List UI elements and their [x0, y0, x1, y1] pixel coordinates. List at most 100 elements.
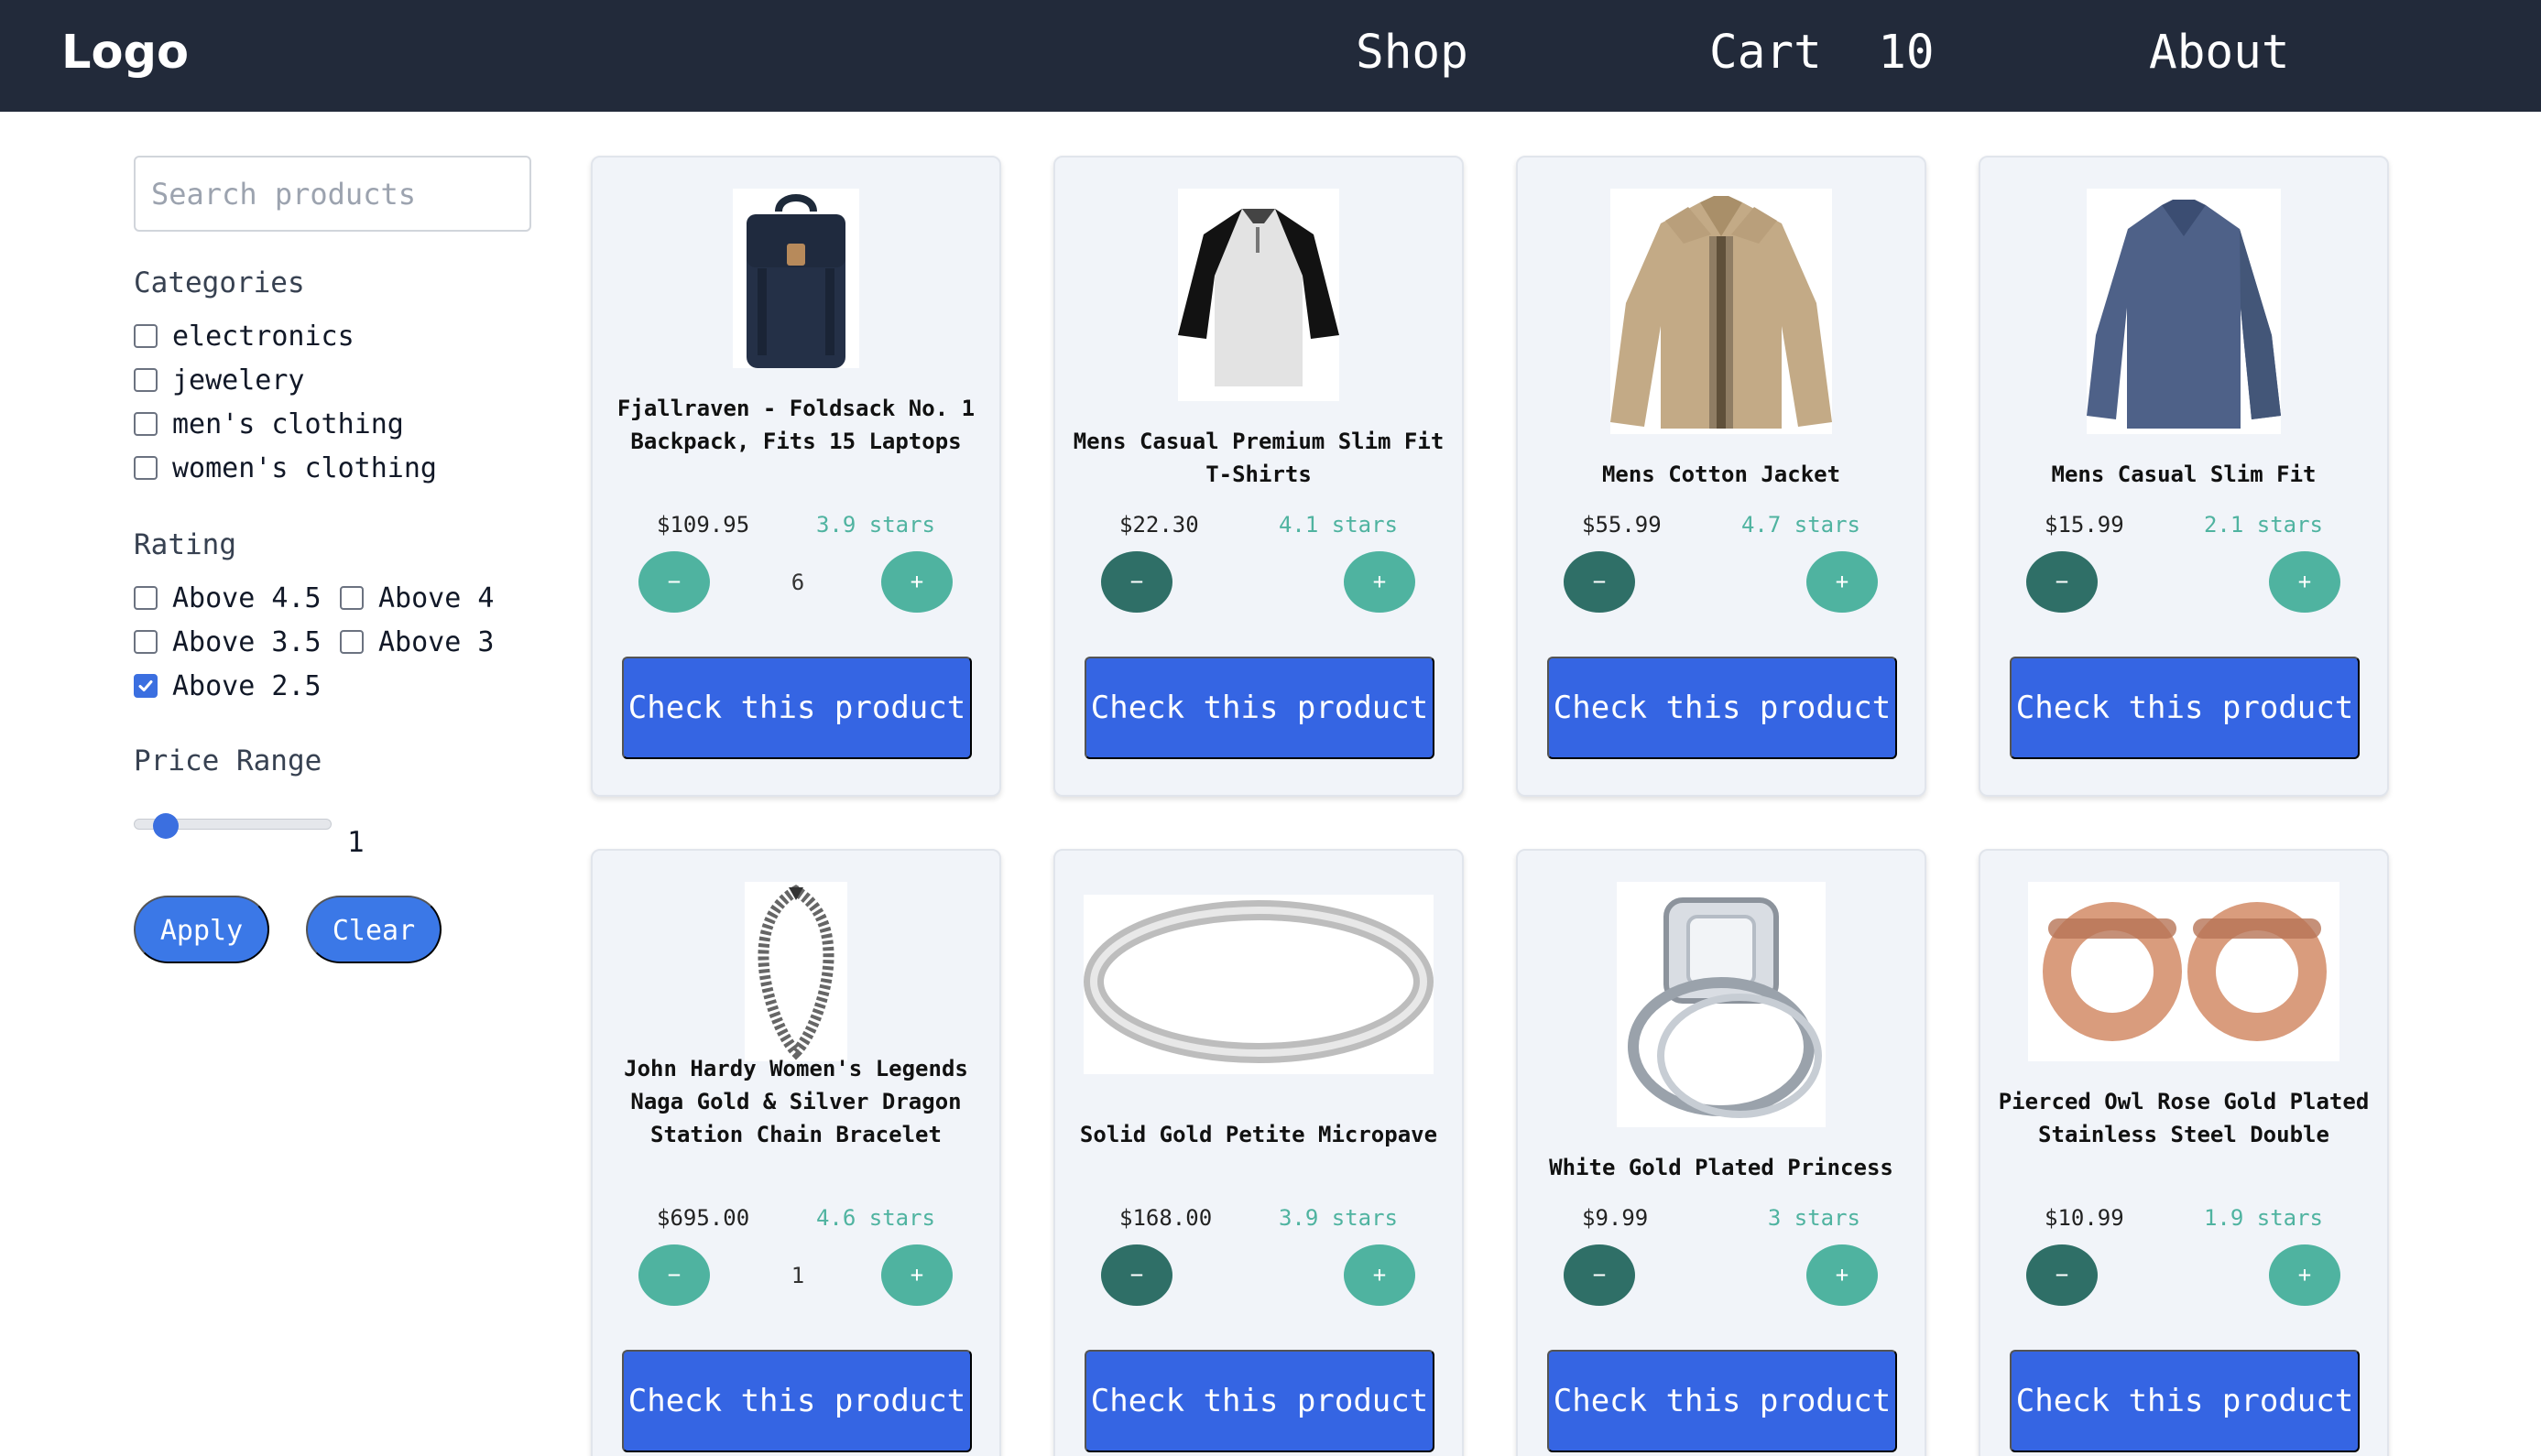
- checkbox-icon: [134, 630, 158, 654]
- top-navbar: Logo Shop Cart 10 About: [0, 0, 2541, 112]
- decrease-quantity-button[interactable]: −: [638, 551, 710, 613]
- categories-title: Categories: [134, 266, 305, 299]
- nav-shop-link[interactable]: Shop: [1356, 26, 1468, 81]
- product-rating: 3.9 stars: [1278, 1205, 1398, 1231]
- check-product-button[interactable]: Check this product: [2010, 1350, 2360, 1452]
- decrease-quantity-button[interactable]: −: [1101, 1244, 1172, 1306]
- increase-quantity-button[interactable]: +: [1344, 1244, 1415, 1306]
- rating-label: Above 4.5: [172, 581, 322, 614]
- decrease-quantity-button[interactable]: −: [1564, 551, 1635, 613]
- nav-cart-link[interactable]: Cart 10: [1709, 26, 1935, 81]
- product-card: John Hardy Women's Legends Naga Gold & S…: [591, 849, 1001, 1456]
- search-input[interactable]: [134, 156, 531, 232]
- nav-about-link[interactable]: About: [2149, 26, 2290, 81]
- long-sleeve-shirt-image[interactable]: [2087, 189, 2281, 434]
- checkbox-icon: [134, 456, 158, 480]
- check-product-button[interactable]: Check this product: [1547, 1350, 1897, 1452]
- increase-quantity-button[interactable]: +: [1344, 551, 1415, 613]
- product-title[interactable]: Mens Cotton Jacket: [1532, 458, 1910, 491]
- increase-quantity-button[interactable]: +: [1806, 1244, 1878, 1306]
- product-price: $168.00: [1119, 1205, 1213, 1231]
- product-title[interactable]: Mens Casual Premium Slim Fit T-Shirts: [1070, 425, 1447, 491]
- rating-above-3-5-checkbox[interactable]: Above 3.5: [134, 624, 322, 660]
- category-label: women's clothing: [172, 451, 437, 484]
- product-rating: 4.1 stars: [1278, 512, 1398, 538]
- increase-quantity-button[interactable]: +: [2269, 551, 2340, 613]
- checkbox-icon: [134, 324, 158, 348]
- product-card: Solid Gold Petite Micropave $168.00 3.9 …: [1053, 849, 1464, 1456]
- product-quantity: 1: [791, 1263, 805, 1288]
- product-card: White Gold Plated Princess $9.99 3 stars…: [1516, 849, 1926, 1456]
- checkbox-icon: [340, 630, 364, 654]
- product-price: $55.99: [1582, 512, 1662, 538]
- check-product-button[interactable]: Check this product: [622, 657, 972, 759]
- engagement-ring-image[interactable]: [1617, 882, 1826, 1127]
- product-price: $15.99: [2045, 512, 2124, 538]
- product-title[interactable]: Solid Gold Petite Micropave: [1070, 1118, 1447, 1151]
- check-product-button[interactable]: Check this product: [1085, 657, 1434, 759]
- category-womens-clothing-checkbox[interactable]: women's clothing: [134, 450, 437, 486]
- product-price: $9.99: [1582, 1205, 1649, 1231]
- increase-quantity-button[interactable]: +: [881, 551, 953, 613]
- decrease-quantity-button[interactable]: −: [2026, 551, 2098, 613]
- product-card: Pierced Owl Rose Gold Plated Stainless S…: [1979, 849, 2389, 1456]
- product-title[interactable]: Fjallraven - Foldsack No. 1 Backpack, Fi…: [607, 392, 985, 458]
- increase-quantity-button[interactable]: +: [2269, 1244, 2340, 1306]
- product-rating: 2.1 stars: [2203, 512, 2323, 538]
- checkbox-icon: [340, 586, 364, 610]
- decrease-quantity-button[interactable]: −: [2026, 1244, 2098, 1306]
- raglan-shirt-image[interactable]: [1178, 189, 1339, 401]
- product-title[interactable]: Pierced Owl Rose Gold Plated Stainless S…: [1995, 1085, 2372, 1151]
- product-price: $695.00: [657, 1205, 750, 1231]
- product-title[interactable]: White Gold Plated Princess: [1532, 1151, 1910, 1184]
- product-rating: 4.6 stars: [815, 1205, 935, 1231]
- checkbox-icon: [134, 368, 158, 392]
- product-title[interactable]: John Hardy Women's Legends Naga Gold & S…: [607, 1052, 985, 1151]
- price-slider-handle[interactable]: [153, 813, 179, 839]
- decrease-quantity-button[interactable]: −: [638, 1244, 710, 1306]
- product-title[interactable]: Mens Casual Slim Fit: [1995, 458, 2372, 491]
- clear-button[interactable]: Clear: [306, 896, 442, 963]
- checkbox-icon: [134, 412, 158, 436]
- rating-title: Rating: [134, 528, 236, 561]
- ring-band-image[interactable]: [1084, 895, 1434, 1074]
- rating-label: Above 3.5: [172, 625, 322, 658]
- product-quantity: 6: [791, 570, 805, 595]
- category-label: electronics: [172, 320, 354, 353]
- rating-label: Above 4: [378, 581, 495, 614]
- product-price: $109.95: [657, 512, 750, 538]
- rating-above-4-5-checkbox[interactable]: Above 4.5: [134, 580, 322, 616]
- product-rating: 1.9 stars: [2203, 1205, 2323, 1231]
- product-price: $22.30: [1119, 512, 1199, 538]
- increase-quantity-button[interactable]: +: [881, 1244, 953, 1306]
- product-price: $10.99: [2045, 1205, 2124, 1231]
- rating-label: Above 3: [378, 625, 495, 658]
- checkbox-checked-icon: [134, 674, 158, 698]
- category-electronics-checkbox[interactable]: electronics: [134, 318, 354, 354]
- bracelet-image[interactable]: [745, 882, 847, 1061]
- checkbox-icon: [134, 586, 158, 610]
- rating-above-2-5-checkbox[interactable]: Above 2.5: [134, 668, 322, 704]
- product-rating: 3 stars: [1767, 1205, 1860, 1231]
- check-product-button[interactable]: Check this product: [622, 1350, 972, 1452]
- check-product-button[interactable]: Check this product: [1085, 1350, 1434, 1452]
- logo[interactable]: Logo: [61, 26, 189, 81]
- product-card: Mens Cotton Jacket $55.99 4.7 stars − + …: [1516, 156, 1926, 797]
- category-label: jewelery: [172, 364, 305, 397]
- decrease-quantity-button[interactable]: −: [1101, 551, 1172, 613]
- rating-above-4-checkbox[interactable]: Above 4: [340, 580, 494, 616]
- increase-quantity-button[interactable]: +: [1806, 551, 1878, 613]
- product-card: Mens Casual Slim Fit $15.99 2.1 stars − …: [1979, 156, 2389, 797]
- check-product-button[interactable]: Check this product: [1547, 657, 1897, 759]
- price-range-value: 1: [347, 826, 365, 859]
- backpack-image[interactable]: [733, 189, 859, 368]
- rating-label: Above 2.5: [172, 669, 322, 702]
- rose-gold-tunnels-image[interactable]: [2028, 882, 2339, 1061]
- decrease-quantity-button[interactable]: −: [1564, 1244, 1635, 1306]
- category-jewelery-checkbox[interactable]: jewelery: [134, 362, 305, 398]
- category-mens-clothing-checkbox[interactable]: men's clothing: [134, 406, 404, 442]
- rating-above-3-checkbox[interactable]: Above 3: [340, 624, 494, 660]
- apply-button[interactable]: Apply: [134, 896, 269, 963]
- check-product-button[interactable]: Check this product: [2010, 657, 2360, 759]
- cotton-jacket-image[interactable]: [1610, 189, 1832, 434]
